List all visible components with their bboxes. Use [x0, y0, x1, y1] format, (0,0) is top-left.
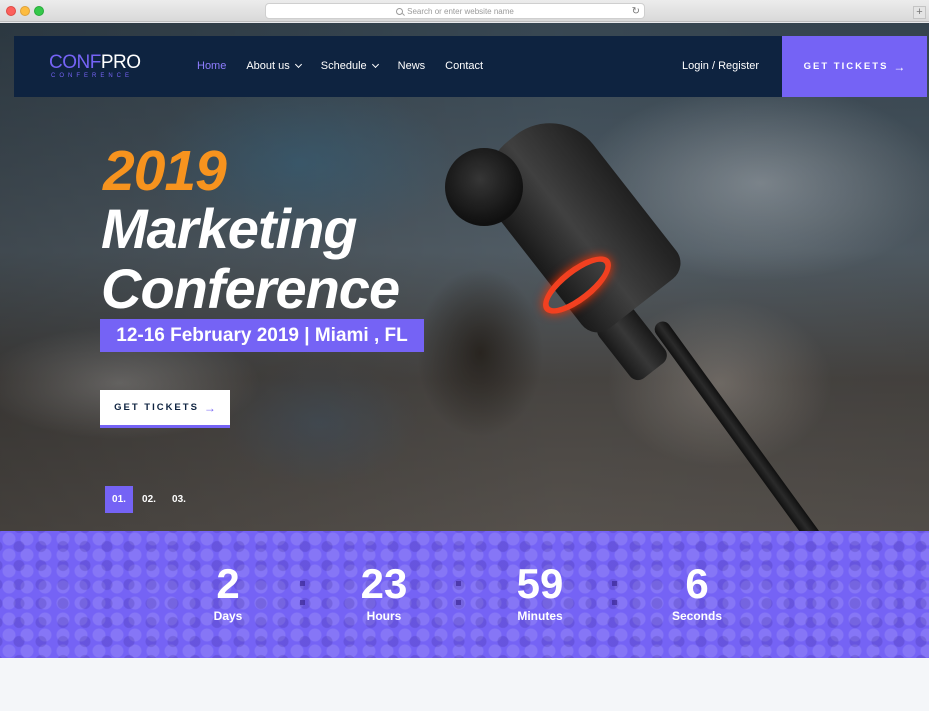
address-bar[interactable]: Search or enter website name ↻: [265, 3, 645, 19]
slide-dot-1[interactable]: 01.: [105, 486, 133, 513]
close-window-icon[interactable]: [6, 6, 16, 16]
nav-item-contact[interactable]: Contact: [445, 60, 483, 72]
nav-item-label: About us: [246, 60, 290, 72]
search-icon: [396, 7, 404, 15]
countdown-label: Minutes: [517, 609, 563, 623]
hero-date-location: 12-16 February 2019 | Miami , FL: [100, 319, 424, 352]
hero-title-line1: Marketing: [101, 197, 357, 260]
slide-dot-2[interactable]: 02.: [135, 486, 163, 513]
hero-year: 2019: [103, 139, 227, 203]
get-tickets-hero-label: GET TICKETS: [114, 402, 199, 413]
countdown-separator: [300, 581, 305, 605]
nav-item-schedule[interactable]: Schedule: [320, 60, 379, 72]
countdown-minutes: 59 Minutes: [480, 560, 600, 624]
main-navbar: CONFPRO CONFERENCE Home About us Schedul…: [14, 36, 782, 97]
site-logo[interactable]: CONFPRO CONFERENCE: [49, 52, 141, 79]
new-tab-icon[interactable]: +: [913, 6, 926, 19]
hero-title-line2: Conference: [101, 257, 400, 320]
countdown-separator: [456, 581, 461, 605]
countdown-hours: 23 Hours: [324, 560, 444, 624]
countdown-section: 2 Days 23 Hours 59 Minutes 6 Seconds: [0, 531, 929, 658]
reload-icon[interactable]: ↻: [632, 6, 640, 17]
countdown-label: Hours: [366, 609, 402, 623]
chevron-down-icon: [294, 60, 302, 69]
nav-item-label: Schedule: [320, 60, 367, 72]
nav-item-home[interactable]: Home: [197, 60, 226, 72]
next-section: [0, 658, 929, 711]
crowd-texture-dark: [0, 531, 929, 658]
arrow-right-icon: →: [203, 400, 216, 415]
browser-toolbar: Search or enter website name ↻ +: [0, 0, 929, 22]
countdown-seconds: 6 Seconds: [637, 560, 757, 624]
countdown-label: Seconds: [671, 609, 722, 623]
nav-item-news[interactable]: News: [398, 60, 426, 72]
countdown-value: 23: [360, 560, 408, 607]
get-tickets-nav-button[interactable]: GET TICKETS →: [782, 36, 927, 97]
get-tickets-nav-label: GET TICKETS: [803, 61, 889, 72]
address-placeholder: Search or enter website name: [407, 6, 514, 16]
nav-menu: Home About us Schedule News Contact: [197, 60, 503, 72]
countdown-value: 6: [685, 560, 709, 607]
logo-subtitle: CONFERENCE: [51, 73, 134, 79]
nav-item-label: Contact: [445, 60, 484, 72]
minimize-window-icon[interactable]: [20, 6, 30, 16]
nav-item-about[interactable]: About us: [246, 60, 302, 72]
login-register-link[interactable]: Login / Register: [682, 60, 759, 72]
countdown-value: 59: [516, 560, 564, 607]
countdown-value: 2: [216, 560, 240, 607]
nav-item-label: News: [397, 60, 426, 72]
slide-pagination: 01. 02. 03.: [105, 486, 195, 513]
nav-item-label: Home: [197, 60, 227, 72]
logo-pro: PRO: [100, 52, 141, 73]
arrow-right-icon: →: [893, 59, 906, 74]
get-tickets-hero-button[interactable]: GET TICKETS →: [100, 390, 230, 428]
countdown-label: Days: [213, 609, 243, 623]
slide-dot-3[interactable]: 03.: [165, 486, 193, 513]
countdown-separator: [612, 581, 617, 605]
countdown-days: 2 Days: [168, 560, 288, 624]
maximize-window-icon[interactable]: [34, 6, 44, 16]
logo-conf: CONF: [49, 52, 101, 73]
chevron-down-icon: [371, 60, 379, 69]
